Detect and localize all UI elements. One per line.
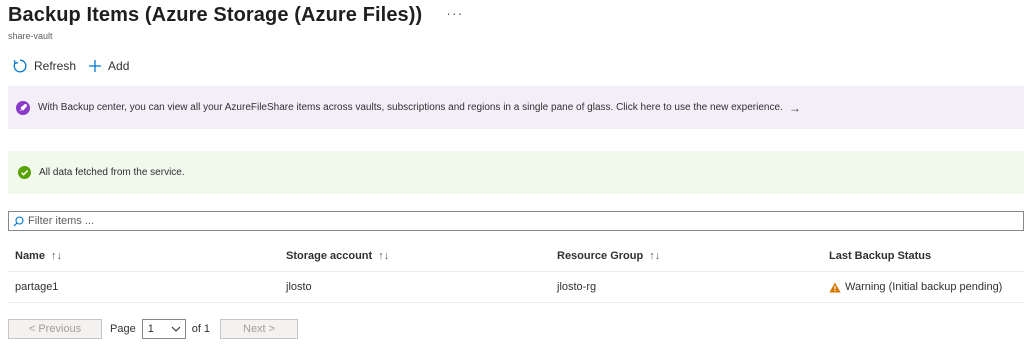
add-label: Add (108, 59, 130, 73)
status-banner: All data fetched from the service. (8, 151, 1024, 194)
next-page-button[interactable]: Next > (220, 319, 299, 339)
status-value: Warning (Initial backup pending) (845, 281, 1003, 293)
arrow-right-icon: → (788, 100, 801, 115)
backup-center-banner[interactable]: With Backup center, you can view all you… (8, 86, 1024, 129)
table-row[interactable]: partage1 jlosto jlosto-rg Warning (Initi… (8, 272, 1024, 303)
column-header-last-backup-status: Last Backup Status (829, 250, 932, 262)
sort-icon: ↑↓ (649, 250, 661, 262)
cell-storage-account: jlosto (286, 281, 312, 293)
chevron-down-icon (171, 326, 181, 332)
success-check-icon (18, 166, 31, 179)
banner-text: With Backup center, you can view all you… (38, 102, 783, 113)
page-count-label: of 1 (191, 323, 211, 335)
filter-box[interactable] (8, 211, 1024, 231)
cell-resource-group: jlosto-rg (557, 281, 597, 293)
plus-icon (89, 60, 102, 72)
search-icon (13, 215, 24, 227)
page-label: Page (110, 323, 136, 335)
refresh-label: Refresh (34, 59, 77, 73)
page-title: Backup Items (Azure Storage (Azure Files… (8, 4, 423, 26)
rocket-icon (16, 100, 30, 115)
sort-icon: ↑↓ (50, 250, 62, 262)
filter-input[interactable] (28, 215, 328, 227)
command-bar: Refresh Add (12, 58, 141, 74)
current-page-value: 1 (147, 323, 154, 335)
refresh-icon (13, 59, 27, 73)
status-text: All data fetched from the service. (39, 167, 185, 178)
title-row: Backup Items (Azure Storage (Azure Files… (8, 4, 463, 27)
previous-page-button[interactable]: < Previous (8, 319, 102, 339)
table-header-row: Name ↑↓ Storage account ↑↓ Resource Grou… (8, 241, 1024, 272)
column-header-name[interactable]: Name ↑↓ (15, 241, 62, 271)
more-options-button[interactable]: ··· (446, 5, 463, 21)
add-button[interactable]: Add (88, 59, 129, 73)
column-header-resource-group[interactable]: Resource Group ↑↓ (557, 241, 660, 271)
cell-last-backup-status: Warning (Initial backup pending) (829, 272, 1002, 302)
warning-icon (829, 282, 841, 292)
backup-items-table: Name ↑↓ Storage account ↑↓ Resource Grou… (8, 241, 1024, 303)
refresh-button[interactable]: Refresh (12, 58, 76, 74)
pagination: < Previous Page 1 of 1 Next > (8, 319, 299, 339)
page-select[interactable]: 1 (141, 319, 186, 339)
page-subtitle: share-vault (8, 31, 53, 41)
column-header-storage-account[interactable]: Storage account ↑↓ (286, 241, 389, 271)
sort-icon: ↑↓ (378, 250, 390, 262)
cell-name: partage1 (15, 281, 59, 293)
